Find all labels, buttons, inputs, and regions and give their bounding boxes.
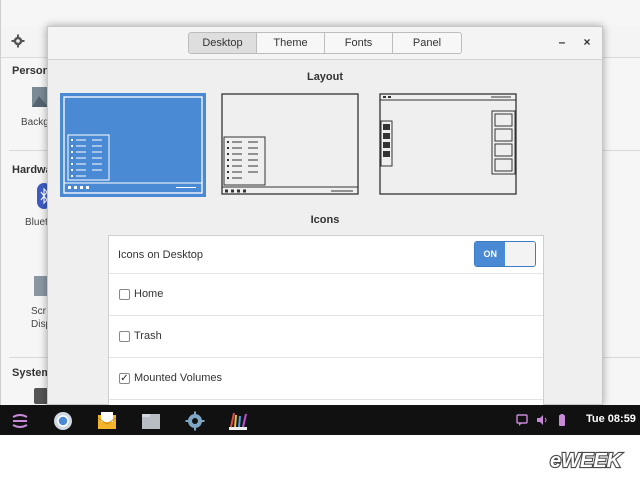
section-system: System: [12, 367, 52, 379]
icons-on-desktop-toggle[interactable]: ON: [474, 241, 536, 267]
tab-desktop[interactable]: Desktop: [189, 33, 257, 53]
icons-title: Icons: [310, 214, 340, 226]
settings-icon[interactable]: [185, 411, 205, 431]
gear-icon[interactable]: [11, 34, 25, 48]
section-hardware: Hardwa: [12, 164, 52, 176]
mounted-volumes-checkbox[interactable]: ✓: [119, 373, 130, 384]
desktop-settings-dialog: Desktop Theme Fonts Panel – × Layout Ico…: [47, 26, 603, 406]
svg-text:eWEEK: eWEEK: [550, 450, 623, 472]
layout-option-1[interactable]: [60, 93, 206, 197]
clock[interactable]: Tue 08:59: [586, 413, 636, 425]
icons-panel: Icons on Desktop ON Home Trash ✓ Mounted…: [108, 235, 544, 406]
home-checkbox[interactable]: [119, 289, 130, 300]
paint-icon[interactable]: [228, 411, 248, 431]
layout-option-2[interactable]: [221, 93, 367, 197]
tab-theme[interactable]: Theme: [257, 33, 325, 53]
trash-label: Trash: [134, 330, 162, 342]
home-row[interactable]: Home: [109, 274, 543, 316]
icons-on-desktop-label: Icons on Desktop: [118, 249, 203, 261]
tab-panel[interactable]: Panel: [393, 33, 461, 53]
toggle-handle: [505, 242, 535, 266]
trash-checkbox[interactable]: [119, 331, 130, 342]
dialog-titlebar: Desktop Theme Fonts Panel – ×: [48, 27, 602, 60]
volume-icon[interactable]: [536, 414, 548, 426]
home-label: Home: [134, 288, 164, 300]
close-button[interactable]: ×: [580, 35, 594, 49]
layout-title: Layout: [306, 71, 344, 83]
icons-on-desktop-row: Icons on Desktop ON: [109, 236, 543, 274]
chrome-icon[interactable]: [53, 411, 73, 431]
files-icon[interactable]: [141, 411, 161, 431]
mail-icon[interactable]: [97, 411, 117, 431]
toggle-on-label: ON: [475, 242, 506, 266]
eweek-watermark-logo: eWEEK: [549, 449, 624, 472]
bottom-margin: [0, 435, 640, 480]
launcher-icon[interactable]: [10, 411, 30, 431]
layout-option-3[interactable]: [379, 93, 525, 197]
tab-bar: Desktop Theme Fonts Panel: [188, 32, 462, 54]
taskbar: Tue 08:59: [0, 405, 640, 435]
mounted-volumes-row[interactable]: ✓ Mounted Volumes: [109, 358, 543, 400]
chat-icon[interactable]: [516, 414, 528, 426]
battery-icon[interactable]: [556, 414, 568, 426]
display-item-label-1: Scr: [31, 306, 46, 317]
mounted-volumes-label: Mounted Volumes: [134, 372, 223, 384]
minimize-button[interactable]: –: [555, 35, 569, 49]
background-item-label: Backg: [21, 117, 49, 128]
tab-fonts[interactable]: Fonts: [325, 33, 393, 53]
trash-row[interactable]: Trash: [109, 316, 543, 358]
